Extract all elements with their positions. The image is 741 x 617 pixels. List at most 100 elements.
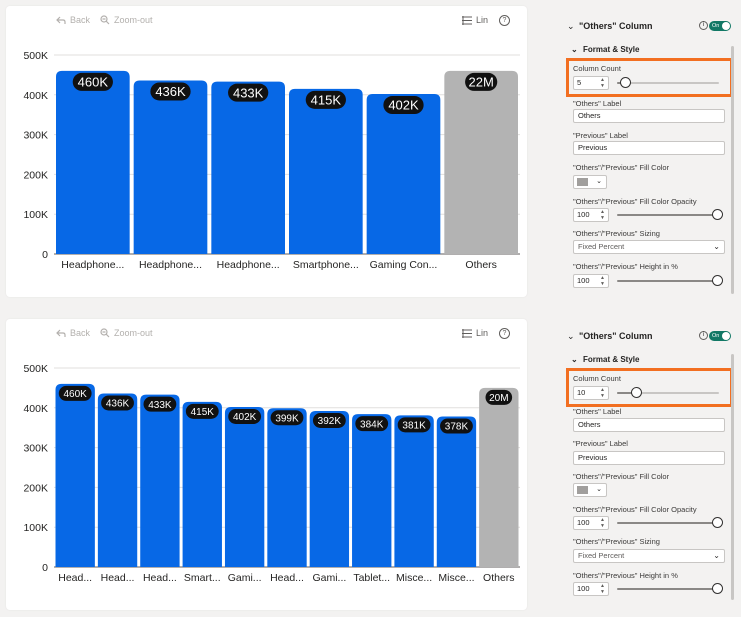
sizing-select[interactable]: Fixed Percent ⌄: [573, 240, 725, 254]
format-style-header[interactable]: ⌄ Format & Style: [567, 44, 735, 58]
data-label: 402K: [233, 412, 257, 423]
panel-scrollbar[interactable]: [731, 46, 734, 294]
sizing-label: "Others"/"Previous" Sizing: [573, 229, 660, 238]
height-value: 100: [577, 584, 590, 593]
bar: [224, 407, 265, 567]
height-slider[interactable]: [617, 280, 717, 282]
data-label: 415K: [311, 93, 342, 108]
opacity-slider-knob[interactable]: [712, 517, 723, 528]
y-tick-label: 200K: [23, 169, 48, 181]
section-title: Format & Style: [583, 355, 640, 364]
previous-label-label: "Previous" Label: [573, 131, 628, 140]
opacity-input[interactable]: 100 ▲ ▼: [573, 208, 609, 222]
height-slider-knob[interactable]: [712, 275, 723, 286]
chevron-down-icon: ⌄: [567, 331, 575, 341]
chevron-down-icon: ⌄: [713, 242, 720, 251]
x-tick-label: Head...: [143, 572, 177, 584]
stepper-arrows-icon[interactable]: ▲ ▼: [600, 517, 605, 529]
highlight-box: [566, 368, 733, 407]
previous-label-value: Previous: [578, 143, 608, 152]
y-tick-label: 0: [42, 562, 48, 574]
bar: [366, 94, 441, 254]
x-tick-label: Headphone...: [139, 259, 202, 271]
chevron-down-icon: ⌄: [571, 45, 578, 54]
data-label: 392K: [318, 416, 342, 427]
data-label: 433K: [148, 400, 172, 411]
bar: [267, 408, 307, 567]
height-slider-knob[interactable]: [712, 583, 723, 594]
fill-color-picker[interactable]: ⌄: [573, 483, 607, 497]
fill-color-label: "Others"/"Previous" Fill Color: [573, 472, 670, 481]
bar: [289, 88, 363, 254]
data-label: 22M: [469, 75, 494, 90]
opacity-value: 100: [577, 518, 590, 527]
toggle-label: On: [712, 333, 720, 339]
previous-label-input[interactable]: Previous: [573, 451, 725, 465]
fill-color-picker[interactable]: ⌄: [573, 175, 607, 189]
data-label: 384K: [360, 419, 384, 430]
bar: [140, 394, 180, 567]
x-tick-label: Head...: [270, 572, 304, 584]
height-input[interactable]: 100 ▲ ▼: [573, 582, 609, 596]
bar: [436, 416, 477, 567]
height-input[interactable]: 100 ▲ ▼: [573, 274, 609, 288]
bar: [352, 414, 392, 567]
previous-label-input[interactable]: Previous: [573, 141, 725, 155]
others-label-value: Others: [578, 420, 601, 429]
bar: [479, 387, 519, 567]
others-label-value: Others: [578, 111, 601, 120]
bar: [56, 70, 130, 254]
stepper-arrows-icon[interactable]: ▲ ▼: [600, 275, 605, 287]
x-tick-label: Misce...: [396, 572, 432, 584]
x-tick-label: Tablet...: [353, 572, 390, 584]
others-label-label: "Others" Label: [573, 99, 622, 108]
sizing-label: "Others"/"Previous" Sizing: [573, 537, 660, 546]
data-label: 402K: [388, 98, 419, 113]
others-label-input[interactable]: Others: [573, 109, 725, 123]
others-label-input[interactable]: Others: [573, 418, 725, 432]
height-label: "Others"/"Previous" Height in %: [573, 571, 678, 580]
on-toggle[interactable]: On: [709, 331, 731, 341]
stepper-arrows-icon[interactable]: ▲ ▼: [600, 209, 605, 221]
on-toggle[interactable]: On: [709, 21, 731, 31]
y-tick-label: 0: [42, 249, 48, 261]
y-tick-label: 300K: [23, 130, 48, 142]
chevron-down-icon: ⌄: [567, 21, 575, 31]
opacity-slider-knob[interactable]: [712, 209, 723, 220]
y-tick-label: 400K: [23, 403, 48, 415]
x-tick-label: Smart...: [184, 572, 221, 584]
bar: [309, 410, 350, 567]
bar: [182, 401, 222, 567]
opacity-input[interactable]: 100 ▲ ▼: [573, 516, 609, 530]
opacity-slider[interactable]: [617, 522, 717, 524]
data-label: 415K: [191, 407, 215, 418]
info-icon: i: [699, 21, 708, 30]
panel-scrollbar[interactable]: [731, 354, 734, 600]
chevron-down-icon: ⌄: [713, 551, 720, 560]
others-column-header[interactable]: ⌄ "Others" Column i On: [563, 18, 735, 36]
format-style-header[interactable]: ⌄ Format & Style: [567, 354, 735, 368]
data-label: 460K: [78, 75, 109, 90]
stepper-arrows-icon[interactable]: ▲ ▼: [600, 583, 605, 595]
opacity-slider[interactable]: [617, 214, 717, 216]
data-label: 381K: [402, 420, 426, 431]
data-label: 460K: [64, 389, 88, 400]
x-tick-label: Head...: [58, 572, 92, 584]
x-tick-label: Headphone...: [217, 259, 280, 271]
x-tick-label: Head...: [101, 572, 135, 584]
bar: [133, 80, 208, 254]
opacity-label: "Others"/"Previous" Fill Color Opacity: [573, 505, 697, 514]
height-value: 100: [577, 276, 590, 285]
color-swatch: [577, 486, 588, 494]
others-column-header[interactable]: ⌄ "Others" Column i On: [563, 328, 735, 346]
data-label: 436K: [106, 399, 130, 410]
chevron-down-icon: ⌄: [596, 486, 602, 493]
height-label: "Others"/"Previous" Height in %: [573, 262, 678, 271]
opacity-label: "Others"/"Previous" Fill Color Opacity: [573, 197, 697, 206]
sizing-value: Fixed Percent: [578, 551, 625, 560]
sizing-select[interactable]: Fixed Percent ⌄: [573, 549, 725, 563]
data-label: 399K: [275, 413, 299, 424]
chevron-down-icon: ⌄: [596, 178, 602, 185]
height-slider[interactable]: [617, 588, 717, 590]
sizing-value: Fixed Percent: [578, 242, 625, 251]
